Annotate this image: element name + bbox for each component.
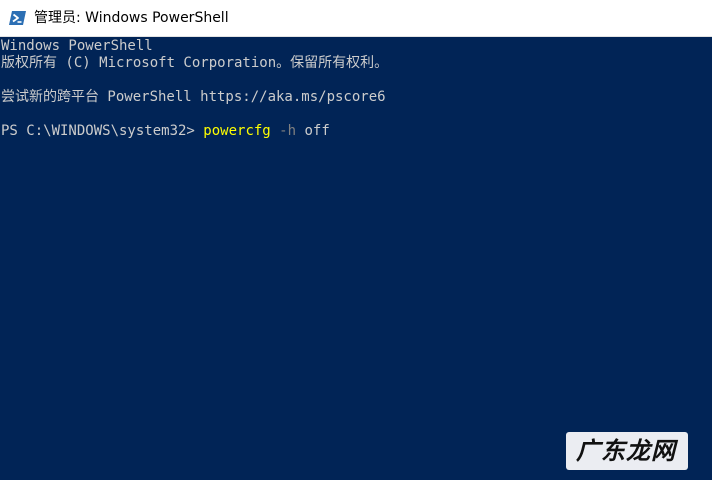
window-title: 管理员: Windows PowerShell [34,10,229,26]
console-line-copyright: 版权所有 (C) Microsoft Corporation。保留所有权利。 [1,55,389,71]
console-line-banner: Windows PowerShell [1,38,153,54]
console-output[interactable]: Windows PowerShell 版权所有 (C) Microsoft Co… [0,37,712,480]
console-line-pscore-link: 尝试新的跨平台 PowerShell https://aka.ms/pscore… [1,89,386,105]
command-parameter: -h [279,123,297,139]
console-command-line[interactable]: PS C:\WINDOWS\system32> powercfg -h off [1,123,330,140]
powershell-window: 管理员: Windows PowerShell Windows PowerShe… [0,0,712,480]
title-bar[interactable]: 管理员: Windows PowerShell [0,0,712,37]
command-name: powercfg [203,123,271,139]
console-prompt: PS C:\WINDOWS\system32> [1,123,204,139]
watermark-logo: 广东龙网 [566,432,688,470]
powershell-icon [9,11,26,25]
watermark-text: 广东龙网 [576,436,676,465]
command-argument: off [304,123,330,139]
